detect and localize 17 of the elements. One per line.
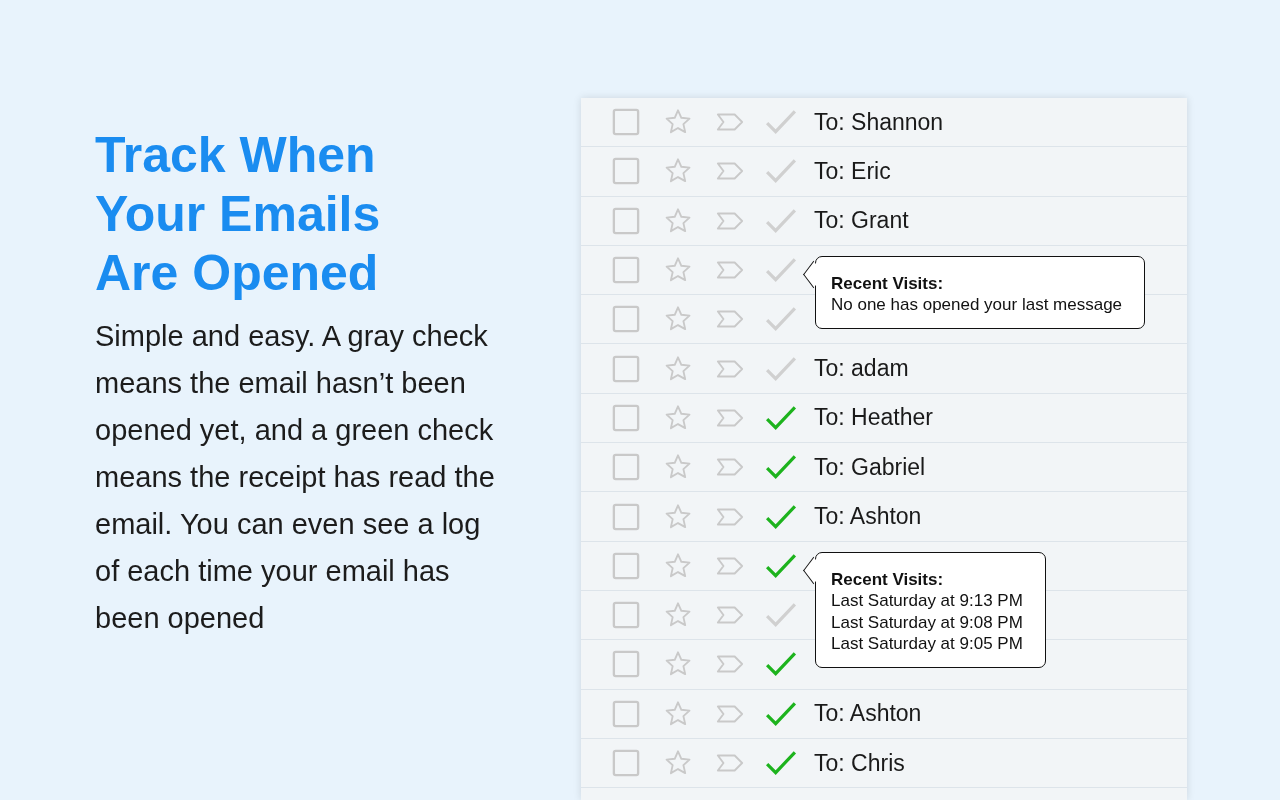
headline: Track When Your Emails Are Opened [95, 126, 382, 303]
recipient-name: To: Gabriel [814, 453, 926, 481]
recipient-name: To: Shannon [814, 108, 944, 136]
recipient-name: To: Eric [814, 157, 891, 185]
tooltip-line: No one has opened your last message [831, 294, 1123, 316]
recipient-name: To: Ashton [814, 700, 922, 728]
tooltip-title: Recent Visits: [831, 568, 945, 591]
tooltip-line: Last Saturday at 9:05 PM [831, 633, 1023, 655]
recipient-name: To: Ashton [814, 503, 922, 530]
description-paragraph: Simple and easy. A gray check means the email hasn’t been opened yet, and a green check means the receipt has read the email. You can even see a log of each time your email has been opened [95, 319, 495, 636]
tooltip-line: Last Saturday at 9:08 PM [831, 611, 1023, 634]
recipient-name: To: Chris [814, 749, 905, 777]
tooltip-line: Last Saturday at 9:13 PM [831, 590, 1023, 612]
recipient-name: To: Grant [814, 207, 909, 235]
tooltip-title: Recent Visits: [831, 272, 945, 295]
recipient-name: To: adam [814, 355, 909, 383]
recipient-name: To: Heather [814, 404, 933, 432]
